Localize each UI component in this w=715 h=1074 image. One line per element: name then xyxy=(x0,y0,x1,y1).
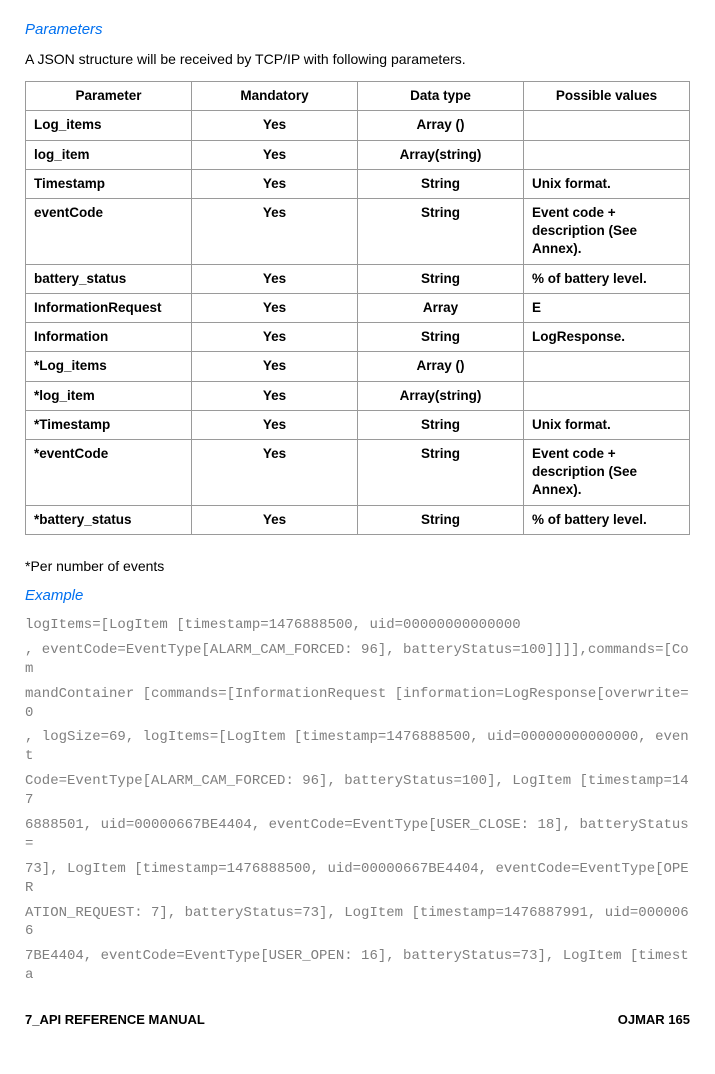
cell-mandatory: Yes xyxy=(192,352,358,381)
parameters-table: Parameter Mandatory Data type Possible v… xyxy=(25,81,690,535)
cell-datatype: String xyxy=(358,505,524,534)
cell-mandatory: Yes xyxy=(192,199,358,265)
cell-possible xyxy=(524,111,690,140)
table-row: InformationYesStringLogResponse. xyxy=(26,323,690,352)
th-parameter: Parameter xyxy=(26,82,192,111)
footer-right: OJMAR 165 xyxy=(618,1011,690,1029)
table-row: battery_statusYesString% of battery leve… xyxy=(26,264,690,293)
cell-datatype: String xyxy=(358,264,524,293)
cell-datatype: String xyxy=(358,169,524,198)
cell-possible xyxy=(524,140,690,169)
th-mandatory: Mandatory xyxy=(192,82,358,111)
table-row: *log_itemYesArray(string) xyxy=(26,381,690,410)
cell-mandatory: Yes xyxy=(192,323,358,352)
cell-possible xyxy=(524,381,690,410)
code-line: , logSize=69, logItems=[LogItem [timesta… xyxy=(25,728,690,766)
cell-possible: E xyxy=(524,293,690,322)
cell-parameter: battery_status xyxy=(26,264,192,293)
cell-datatype: String xyxy=(358,199,524,265)
intro-text: A JSON structure will be received by TCP… xyxy=(25,50,690,69)
cell-parameter: eventCode xyxy=(26,199,192,265)
heading-example: Example xyxy=(25,586,690,606)
cell-mandatory: Yes xyxy=(192,293,358,322)
cell-parameter: *battery_status xyxy=(26,505,192,534)
cell-datatype: Array () xyxy=(358,111,524,140)
heading-parameters: Parameters xyxy=(25,20,690,40)
table-header-row: Parameter Mandatory Data type Possible v… xyxy=(26,82,690,111)
cell-parameter: *log_item xyxy=(26,381,192,410)
cell-datatype: Array xyxy=(358,293,524,322)
cell-mandatory: Yes xyxy=(192,505,358,534)
table-row: log_itemYesArray(string) xyxy=(26,140,690,169)
cell-parameter: Information xyxy=(26,323,192,352)
cell-datatype: Array(string) xyxy=(358,381,524,410)
table-row: *battery_statusYesString% of battery lev… xyxy=(26,505,690,534)
code-line: ATION_REQUEST: 7], batteryStatus=73], Lo… xyxy=(25,904,690,942)
cell-mandatory: Yes xyxy=(192,140,358,169)
table-row: eventCodeYesStringEvent code + descripti… xyxy=(26,199,690,265)
cell-mandatory: Yes xyxy=(192,169,358,198)
cell-mandatory: Yes xyxy=(192,264,358,293)
cell-parameter: Log_items xyxy=(26,111,192,140)
code-line: mandContainer [commands=[InformationRequ… xyxy=(25,685,690,723)
cell-parameter: log_item xyxy=(26,140,192,169)
cell-possible: Event code + description (See Annex). xyxy=(524,439,690,505)
code-line: Code=EventType[ALARM_CAM_FORCED: 96], ba… xyxy=(25,772,690,810)
cell-datatype: String xyxy=(358,410,524,439)
cell-parameter: *Timestamp xyxy=(26,410,192,439)
code-line: , eventCode=EventType[ALARM_CAM_FORCED: … xyxy=(25,641,690,679)
cell-possible xyxy=(524,352,690,381)
code-line: logItems=[LogItem [timestamp=1476888500,… xyxy=(25,616,690,635)
note-per-events: *Per number of events xyxy=(25,557,690,576)
cell-parameter: *Log_items xyxy=(26,352,192,381)
code-line: 6888501, uid=00000667BE4404, eventCode=E… xyxy=(25,816,690,854)
cell-possible: Event code + description (See Annex). xyxy=(524,199,690,265)
cell-possible: % of battery level. xyxy=(524,505,690,534)
cell-parameter: InformationRequest xyxy=(26,293,192,322)
cell-datatype: Array () xyxy=(358,352,524,381)
cell-mandatory: Yes xyxy=(192,439,358,505)
cell-parameter: *eventCode xyxy=(26,439,192,505)
table-row: *Log_itemsYesArray () xyxy=(26,352,690,381)
footer-left: 7_API REFERENCE MANUAL xyxy=(25,1011,205,1029)
cell-possible: Unix format. xyxy=(524,169,690,198)
code-line: 7BE4404, eventCode=EventType[USER_OPEN: … xyxy=(25,947,690,985)
th-datatype: Data type xyxy=(358,82,524,111)
cell-parameter: Timestamp xyxy=(26,169,192,198)
th-possible: Possible values xyxy=(524,82,690,111)
table-row: *TimestampYesStringUnix format. xyxy=(26,410,690,439)
table-row: TimestampYesStringUnix format. xyxy=(26,169,690,198)
cell-possible: % of battery level. xyxy=(524,264,690,293)
cell-mandatory: Yes xyxy=(192,381,358,410)
cell-possible: Unix format. xyxy=(524,410,690,439)
cell-mandatory: Yes xyxy=(192,111,358,140)
cell-datatype: String xyxy=(358,323,524,352)
cell-possible: LogResponse. xyxy=(524,323,690,352)
cell-datatype: Array(string) xyxy=(358,140,524,169)
cell-datatype: String xyxy=(358,439,524,505)
table-row: InformationRequestYesArrayE xyxy=(26,293,690,322)
example-code-block: logItems=[LogItem [timestamp=1476888500,… xyxy=(25,616,690,985)
table-row: *eventCodeYesStringEvent code + descript… xyxy=(26,439,690,505)
table-row: Log_itemsYesArray () xyxy=(26,111,690,140)
page-footer: 7_API REFERENCE MANUAL OJMAR 165 xyxy=(25,1011,690,1029)
cell-mandatory: Yes xyxy=(192,410,358,439)
code-line: 73], LogItem [timestamp=1476888500, uid=… xyxy=(25,860,690,898)
